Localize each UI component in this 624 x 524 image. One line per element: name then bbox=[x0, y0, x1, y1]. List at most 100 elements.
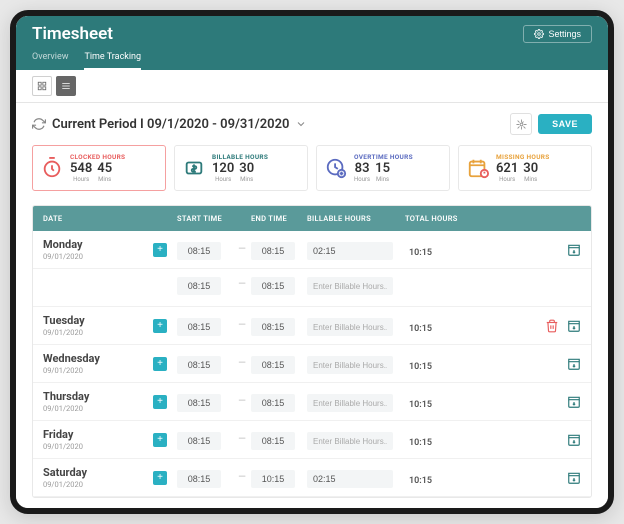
billable-input[interactable] bbox=[307, 356, 393, 374]
delete-icon[interactable] bbox=[545, 319, 559, 333]
day-date: 09/01/2020 bbox=[43, 442, 153, 451]
billable-input[interactable] bbox=[307, 277, 393, 295]
table-row: Wednesday 09/01/2020 + — 10:15 bbox=[33, 345, 591, 383]
settings-label: Settings bbox=[548, 29, 581, 39]
period-title: Current Period I 09/1/2020 - 09/31/2020 bbox=[52, 117, 289, 132]
total-hours: 10:15 bbox=[405, 362, 432, 372]
col-header-end: END TIME bbox=[251, 214, 307, 223]
time-separator: — bbox=[233, 320, 251, 331]
list-icon bbox=[61, 81, 71, 91]
timesheet-table: DATE START TIME END TIME BILLABLE HOURS … bbox=[32, 205, 592, 498]
day-name: Friday bbox=[43, 428, 153, 441]
col-header-date: DATE bbox=[43, 214, 153, 223]
table-row: Saturday 09/01/2020 + — 10:15 bbox=[33, 459, 591, 497]
add-entry-button[interactable]: + bbox=[153, 471, 167, 485]
stat-clocked-hours: CLOCKED HOURS 548Hours 45Mins bbox=[32, 145, 166, 191]
start-time-input[interactable] bbox=[177, 318, 221, 336]
day-date: 09/01/2020 bbox=[43, 366, 153, 375]
stats-row: CLOCKED HOURS 548Hours 45Mins BILLABLE H… bbox=[32, 145, 592, 191]
day-date: 09/01/2020 bbox=[43, 252, 153, 261]
end-time-input[interactable] bbox=[251, 242, 295, 260]
archive-icon[interactable] bbox=[567, 433, 581, 447]
start-time-input[interactable] bbox=[177, 394, 221, 412]
billable-input[interactable] bbox=[307, 470, 393, 488]
stat-label: OVERTIME HOURS bbox=[354, 153, 413, 161]
tab-overview[interactable]: Overview bbox=[32, 48, 68, 70]
end-time-input[interactable] bbox=[251, 470, 295, 488]
stat-label: BILLABLE HOURS bbox=[212, 153, 268, 161]
gear-icon bbox=[516, 119, 527, 130]
view-toolbar bbox=[16, 70, 608, 103]
header-tabs: Overview Time Tracking bbox=[32, 48, 592, 70]
stat-missing-hours: MISSING HOURS 621Hours 30Mins bbox=[458, 145, 592, 191]
day-name: Monday bbox=[43, 238, 153, 251]
add-entry-button[interactable]: + bbox=[153, 243, 167, 257]
stat-label: CLOCKED HOURS bbox=[70, 153, 125, 161]
time-separator: — bbox=[233, 472, 251, 483]
period-row: Current Period I 09/1/2020 - 09/31/2020 … bbox=[32, 113, 592, 135]
col-header-billable: BILLABLE HOURS bbox=[307, 214, 405, 223]
add-entry-button[interactable]: + bbox=[153, 319, 167, 333]
time-separator: — bbox=[233, 434, 251, 445]
billable-input[interactable] bbox=[307, 242, 393, 260]
view-grid-button[interactable] bbox=[32, 76, 52, 96]
end-time-input[interactable] bbox=[251, 394, 295, 412]
day-name: Wednesday bbox=[43, 352, 153, 365]
total-hours: 10:15 bbox=[405, 476, 432, 486]
view-list-button[interactable] bbox=[56, 76, 76, 96]
gear-icon bbox=[534, 29, 544, 39]
add-entry-button[interactable]: + bbox=[153, 357, 167, 371]
table-row: Friday 09/01/2020 + — 10:15 bbox=[33, 421, 591, 459]
add-entry-button[interactable]: + bbox=[153, 433, 167, 447]
archive-icon[interactable] bbox=[567, 471, 581, 485]
archive-icon[interactable] bbox=[567, 395, 581, 409]
start-time-input[interactable] bbox=[177, 242, 221, 260]
time-separator: — bbox=[233, 244, 251, 255]
day-name: Saturday bbox=[43, 466, 153, 479]
app-header: Timesheet Settings Overview Time Trackin… bbox=[16, 16, 608, 70]
total-hours: 10:15 bbox=[405, 438, 432, 448]
total-hours: 10:15 bbox=[405, 324, 432, 334]
end-time-input[interactable] bbox=[251, 318, 295, 336]
grid-icon bbox=[37, 81, 47, 91]
tab-time-tracking[interactable]: Time Tracking bbox=[84, 48, 141, 70]
table-row: Monday 09/01/2020 + — 10:15 bbox=[33, 231, 591, 269]
stat-billable-hours: BILLABLE HOURS 120Hours 30Mins bbox=[174, 145, 308, 191]
billable-input[interactable] bbox=[307, 318, 393, 336]
dollar-icon bbox=[183, 157, 205, 179]
col-header-total: TOTAL HOURS bbox=[405, 214, 475, 223]
refresh-icon[interactable] bbox=[32, 117, 46, 131]
total-hours: 10:15 bbox=[405, 248, 432, 258]
add-entry-button[interactable]: + bbox=[153, 395, 167, 409]
col-header-start: START TIME bbox=[177, 214, 233, 223]
end-time-input[interactable] bbox=[251, 432, 295, 450]
billable-input[interactable] bbox=[307, 394, 393, 412]
end-time-input[interactable] bbox=[251, 277, 295, 295]
period-settings-button[interactable] bbox=[510, 113, 532, 135]
end-time-input[interactable] bbox=[251, 356, 295, 374]
day-date: 09/01/2020 bbox=[43, 404, 153, 413]
archive-icon[interactable] bbox=[567, 319, 581, 333]
start-time-input[interactable] bbox=[177, 470, 221, 488]
save-button[interactable]: SAVE bbox=[538, 114, 592, 134]
time-separator: — bbox=[233, 358, 251, 369]
settings-button[interactable]: Settings bbox=[523, 25, 592, 43]
table-header: DATE START TIME END TIME BILLABLE HOURS … bbox=[33, 206, 591, 231]
archive-icon[interactable] bbox=[567, 357, 581, 371]
stat-overtime-hours: OVERTIME HOURS 83Hours 15Mins bbox=[316, 145, 450, 191]
archive-icon[interactable] bbox=[567, 243, 581, 257]
total-hours: 10:15 bbox=[405, 400, 432, 410]
time-separator: — bbox=[233, 279, 251, 290]
chevron-down-icon[interactable] bbox=[295, 118, 307, 130]
clock-plus-icon bbox=[325, 157, 347, 179]
start-time-input[interactable] bbox=[177, 432, 221, 450]
day-name: Tuesday bbox=[43, 314, 153, 327]
start-time-input[interactable] bbox=[177, 356, 221, 374]
stat-label: MISSING HOURS bbox=[496, 153, 550, 161]
table-row-sub: — bbox=[33, 269, 591, 307]
page-title: Timesheet bbox=[32, 24, 113, 44]
start-time-input[interactable] bbox=[177, 277, 221, 295]
billable-input[interactable] bbox=[307, 432, 393, 450]
calendar-alert-icon bbox=[467, 157, 489, 179]
stopwatch-icon bbox=[41, 157, 63, 179]
